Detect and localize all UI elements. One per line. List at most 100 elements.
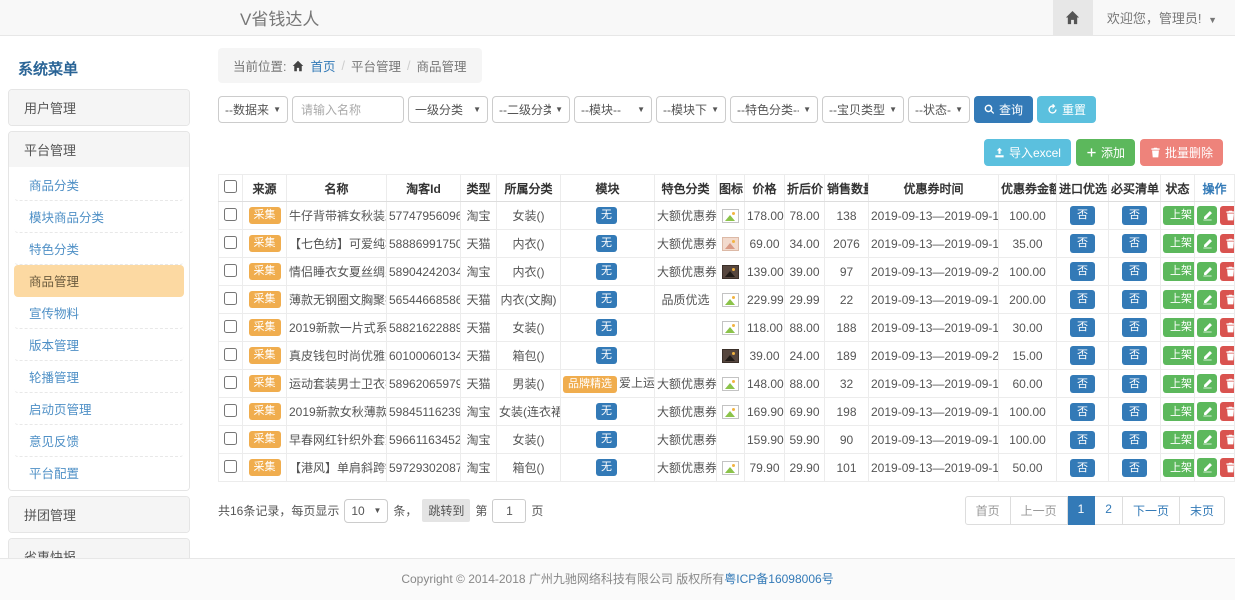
- row-checkbox[interactable]: [224, 432, 237, 445]
- edit-button[interactable]: [1197, 346, 1217, 365]
- delete-button[interactable]: [1220, 374, 1235, 393]
- next-page-button[interactable]: 下一页: [1123, 496, 1180, 525]
- edit-button[interactable]: [1197, 234, 1217, 253]
- import-select-toggle[interactable]: 否: [1070, 431, 1095, 449]
- row-checkbox[interactable]: [224, 236, 237, 249]
- sidebar-item-user-management[interactable]: 用户管理: [9, 90, 189, 125]
- row-checkbox[interactable]: [224, 208, 237, 221]
- delete-button[interactable]: [1220, 262, 1235, 281]
- item-type-select[interactable]: --宝贝类型--▼: [822, 96, 904, 123]
- module-subcategory-select[interactable]: --模块下分类--▼: [656, 96, 726, 123]
- must-buy-toggle[interactable]: 否: [1122, 346, 1147, 364]
- select-all-checkbox[interactable]: [224, 180, 237, 193]
- import-select-toggle[interactable]: 否: [1070, 403, 1095, 421]
- name-search-input[interactable]: [292, 96, 404, 123]
- add-button[interactable]: 添加: [1076, 139, 1135, 166]
- reset-button[interactable]: 重置: [1037, 96, 1096, 123]
- delete-button[interactable]: [1220, 234, 1235, 253]
- import-select-toggle[interactable]: 否: [1070, 234, 1095, 252]
- sidebar-item-feedback[interactable]: 意见反馈: [14, 425, 184, 457]
- edit-button[interactable]: [1197, 402, 1217, 421]
- icp-link[interactable]: 粤ICP备16098006号: [724, 572, 833, 586]
- page-2-button[interactable]: 2: [1095, 496, 1123, 525]
- data-source-select[interactable]: --数据来源--▼: [218, 96, 288, 123]
- last-page-button[interactable]: 末页: [1180, 496, 1225, 525]
- edit-button[interactable]: [1197, 290, 1217, 309]
- must-buy-toggle[interactable]: 否: [1122, 403, 1147, 421]
- status-toggle[interactable]: 上架: [1163, 431, 1195, 449]
- row-checkbox[interactable]: [224, 376, 237, 389]
- delete-button[interactable]: [1220, 402, 1235, 421]
- feature-category-select[interactable]: --特色分类--▼: [730, 96, 818, 123]
- import-select-toggle[interactable]: 否: [1070, 375, 1095, 393]
- module-select[interactable]: --模块--▼: [574, 96, 652, 123]
- row-checkbox[interactable]: [224, 404, 237, 417]
- must-buy-toggle[interactable]: 否: [1122, 206, 1147, 224]
- import-select-toggle[interactable]: 否: [1070, 346, 1095, 364]
- sidebar-item-promo-material[interactable]: 宣传物料: [14, 297, 184, 329]
- status-toggle[interactable]: 上架: [1163, 375, 1195, 393]
- sidebar-item-module-product-category[interactable]: 模块商品分类: [14, 201, 184, 233]
- must-buy-toggle[interactable]: 否: [1122, 290, 1147, 308]
- status-toggle[interactable]: 上架: [1163, 459, 1195, 477]
- sidebar-item-product-management[interactable]: 商品管理: [14, 265, 184, 297]
- user-menu[interactable]: 欢迎您，管理员! ▼: [1093, 8, 1235, 27]
- sidebar-item-carousel-management[interactable]: 轮播管理: [14, 361, 184, 393]
- import-select-toggle[interactable]: 否: [1070, 262, 1095, 280]
- row-checkbox[interactable]: [224, 348, 237, 361]
- must-buy-toggle[interactable]: 否: [1122, 375, 1147, 393]
- import-select-toggle[interactable]: 否: [1070, 318, 1095, 336]
- home-button[interactable]: [1053, 0, 1093, 35]
- status-toggle[interactable]: 上架: [1163, 290, 1195, 308]
- sidebar-item-version-management[interactable]: 版本管理: [14, 329, 184, 361]
- delete-button[interactable]: [1220, 206, 1235, 225]
- edit-button[interactable]: [1197, 206, 1217, 225]
- status-toggle[interactable]: 上架: [1163, 403, 1195, 421]
- must-buy-toggle[interactable]: 否: [1122, 459, 1147, 477]
- status-select[interactable]: --状态--▼: [908, 96, 970, 123]
- must-buy-toggle[interactable]: 否: [1122, 318, 1147, 336]
- search-button[interactable]: 查询: [974, 96, 1033, 123]
- import-select-toggle[interactable]: 否: [1070, 290, 1095, 308]
- import-select-toggle[interactable]: 否: [1070, 206, 1095, 224]
- sidebar-item-group-buy[interactable]: 拼团管理: [9, 497, 189, 532]
- status-toggle[interactable]: 上架: [1163, 234, 1195, 252]
- sidebar-item-product-category[interactable]: 商品分类: [14, 169, 184, 201]
- delete-button[interactable]: [1220, 458, 1235, 477]
- prev-page-button[interactable]: 上一页: [1011, 496, 1068, 525]
- status-toggle[interactable]: 上架: [1163, 318, 1195, 336]
- sidebar-item-feature-category[interactable]: 特色分类: [14, 233, 184, 265]
- import-excel-button[interactable]: 导入excel: [984, 139, 1071, 166]
- batch-delete-button[interactable]: 批量删除: [1140, 139, 1223, 166]
- sidebar-item-saving-news[interactable]: 省惠快报: [9, 539, 189, 558]
- sidebar-item-platform-config[interactable]: 平台配置: [14, 457, 184, 488]
- delete-button[interactable]: [1220, 430, 1235, 449]
- must-buy-toggle[interactable]: 否: [1122, 262, 1147, 280]
- edit-button[interactable]: [1197, 458, 1217, 477]
- breadcrumb-home-link[interactable]: 首页: [310, 56, 335, 75]
- page-1-button[interactable]: 1: [1068, 496, 1096, 525]
- row-checkbox[interactable]: [224, 264, 237, 277]
- level2-category-select[interactable]: --二级分类--▼: [492, 96, 570, 123]
- must-buy-toggle[interactable]: 否: [1122, 234, 1147, 252]
- row-checkbox[interactable]: [224, 320, 237, 333]
- sidebar-item-splash-management[interactable]: 启动页管理: [14, 393, 184, 425]
- edit-button[interactable]: [1197, 262, 1217, 281]
- first-page-button[interactable]: 首页: [965, 496, 1011, 525]
- row-checkbox[interactable]: [224, 460, 237, 473]
- delete-button[interactable]: [1220, 318, 1235, 337]
- import-select-toggle[interactable]: 否: [1070, 459, 1095, 477]
- edit-button[interactable]: [1197, 374, 1217, 393]
- status-toggle[interactable]: 上架: [1163, 206, 1195, 224]
- sidebar-item-platform-management[interactable]: 平台管理: [9, 132, 189, 167]
- jump-page-input[interactable]: [492, 499, 526, 523]
- status-toggle[interactable]: 上架: [1163, 262, 1195, 280]
- level1-category-select[interactable]: 一级分类▼: [408, 96, 488, 123]
- must-buy-toggle[interactable]: 否: [1122, 431, 1147, 449]
- edit-button[interactable]: [1197, 430, 1217, 449]
- row-checkbox[interactable]: [224, 292, 237, 305]
- delete-button[interactable]: [1220, 290, 1235, 309]
- delete-button[interactable]: [1220, 346, 1235, 365]
- status-toggle[interactable]: 上架: [1163, 346, 1195, 364]
- edit-button[interactable]: [1197, 318, 1217, 337]
